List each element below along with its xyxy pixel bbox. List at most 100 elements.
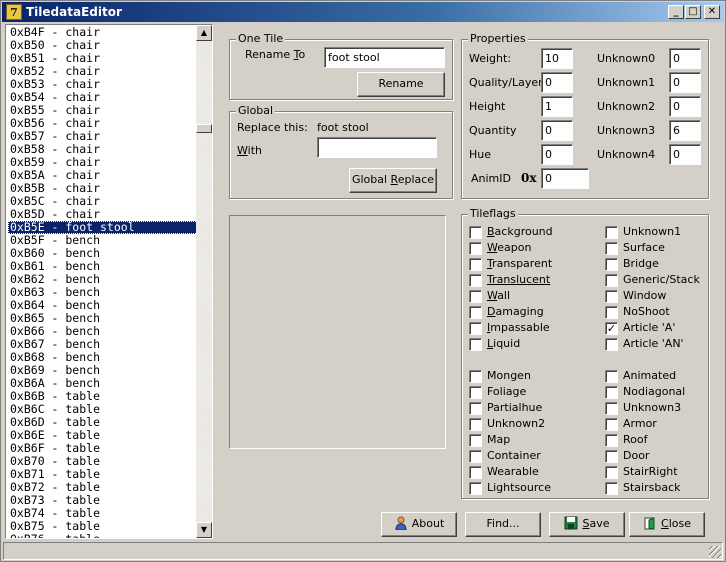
flag-label[interactable]: Weapon: [487, 241, 531, 254]
flag-checkbox[interactable]: [469, 306, 482, 319]
tile-list-scrollbar[interactable]: ▲ ▼: [196, 25, 212, 538]
property-input[interactable]: 10: [541, 48, 573, 69]
flag-checkbox[interactable]: [605, 402, 618, 415]
global-replace-button[interactable]: Global Replace: [349, 168, 437, 193]
flag-checkbox[interactable]: [469, 450, 482, 463]
flag-label[interactable]: Unknown2: [487, 417, 545, 430]
flag-checkbox[interactable]: [469, 402, 482, 415]
flag-checkbox[interactable]: [605, 450, 618, 463]
flag-checkbox[interactable]: [605, 482, 618, 495]
flag-label[interactable]: NoShoot: [623, 305, 670, 318]
scroll-down-icon[interactable]: ▼: [196, 522, 212, 538]
flag-checkbox[interactable]: [469, 274, 482, 287]
maximize-button[interactable]: □: [685, 5, 701, 19]
rename-input[interactable]: foot stool: [324, 47, 445, 68]
save-button[interactable]: Save: [549, 512, 625, 537]
flag-checkbox[interactable]: [469, 322, 482, 335]
flag-label[interactable]: Article 'A': [623, 321, 675, 334]
title-bar[interactable]: 7 TiledataEditor _ □ ✕: [2, 2, 724, 22]
flag-label[interactable]: Translucent: [487, 273, 550, 286]
flag-label[interactable]: Map: [487, 433, 510, 446]
flag-checkbox[interactable]: [469, 482, 482, 495]
animid-input[interactable]: 0: [541, 168, 589, 189]
flag-checkbox[interactable]: [605, 242, 618, 255]
rename-to-label: Rename To: [245, 48, 306, 61]
flag-checkbox[interactable]: [605, 306, 618, 319]
property-input[interactable]: 1: [541, 96, 573, 117]
tile-list[interactable]: 0xB4F - chair 0xB50 - chair 0xB51 - chair 0…: [5, 24, 213, 539]
flag-checkbox[interactable]: [605, 466, 618, 479]
property-input[interactable]: 0: [669, 72, 701, 93]
flag-label[interactable]: Background: [487, 225, 553, 238]
with-input[interactable]: [317, 137, 437, 158]
tile-list-item[interactable]: 0xB76 - table: [8, 533, 198, 539]
flag-checkbox[interactable]: [605, 434, 618, 447]
scroll-thumb[interactable]: [196, 124, 212, 133]
flag-checkbox[interactable]: [605, 370, 618, 383]
flag-label[interactable]: Wall: [487, 289, 510, 302]
property-input[interactable]: 0: [669, 48, 701, 69]
flag-checkbox[interactable]: [605, 386, 618, 399]
resize-grip-icon[interactable]: [709, 546, 721, 558]
flag-label[interactable]: Generic/Stack: [623, 273, 700, 286]
flag-label[interactable]: Mongen: [487, 369, 531, 382]
flag-label[interactable]: Lightsource: [487, 481, 551, 494]
flag-checkbox[interactable]: [605, 338, 618, 351]
flag-label[interactable]: Bridge: [623, 257, 659, 270]
flag-label[interactable]: Foliage: [487, 385, 526, 398]
flag-checkbox[interactable]: [469, 386, 482, 399]
flag-checkbox[interactable]: [605, 418, 618, 431]
flag-label[interactable]: Wearable: [487, 465, 539, 478]
flag-checkbox[interactable]: [469, 226, 482, 239]
flag-label[interactable]: Door: [623, 449, 649, 462]
properties-legend: Properties: [468, 32, 528, 45]
replace-this-value: foot stool: [317, 121, 369, 134]
flag-label[interactable]: Article 'AN': [623, 337, 684, 350]
flag-label[interactable]: Animated: [623, 369, 676, 382]
flag-checkbox[interactable]: [605, 290, 618, 303]
flag-checkbox[interactable]: [469, 370, 482, 383]
flag-label[interactable]: Impassable: [487, 321, 550, 334]
flag-label[interactable]: Container: [487, 449, 541, 462]
flag-label[interactable]: Window: [623, 289, 666, 302]
scroll-up-icon[interactable]: ▲: [196, 25, 212, 41]
flag-label[interactable]: Liquid: [487, 337, 520, 350]
property-input[interactable]: 0: [669, 144, 701, 165]
about-button[interactable]: About: [381, 512, 457, 537]
close-button[interactable]: Close: [629, 512, 705, 537]
minimize-button[interactable]: _: [668, 5, 684, 19]
property-input[interactable]: 6: [669, 120, 701, 141]
rename-button[interactable]: Rename: [357, 72, 445, 97]
flag-checkbox[interactable]: [605, 226, 618, 239]
tile-list-items: 0xB4F - chair 0xB50 - chair 0xB51 - chair 0…: [8, 26, 198, 539]
flag-checkbox[interactable]: [469, 258, 482, 271]
flag-label[interactable]: Damaging: [487, 305, 544, 318]
replace-this-label: Replace this:: [237, 121, 308, 134]
property-label: Weight:: [469, 52, 512, 65]
flag-checkbox[interactable]: [469, 338, 482, 351]
property-input[interactable]: 0: [541, 72, 573, 93]
flag-label[interactable]: StairRight: [623, 465, 678, 478]
flag-label[interactable]: Stairsback: [623, 481, 681, 494]
flag-label[interactable]: Partialhue: [487, 401, 542, 414]
flag-checkbox[interactable]: [469, 466, 482, 479]
property-input[interactable]: 0: [541, 120, 573, 141]
flag-checkbox[interactable]: [469, 290, 482, 303]
flag-label[interactable]: Nodiagonal: [623, 385, 685, 398]
property-input[interactable]: 0: [669, 96, 701, 117]
flag-checkbox[interactable]: ✓: [605, 322, 618, 335]
flag-label[interactable]: Transparent: [487, 257, 552, 270]
find-button[interactable]: Find...: [465, 512, 541, 537]
flag-label[interactable]: Surface: [623, 241, 665, 254]
flag-checkbox[interactable]: [469, 242, 482, 255]
property-input[interactable]: 0: [541, 144, 573, 165]
flag-checkbox[interactable]: [605, 274, 618, 287]
flag-label[interactable]: Roof: [623, 433, 647, 446]
flag-checkbox[interactable]: [469, 418, 482, 431]
flag-label[interactable]: Armor: [623, 417, 657, 430]
flag-checkbox[interactable]: [605, 258, 618, 271]
close-window-button[interactable]: ✕: [704, 5, 720, 19]
flag-checkbox[interactable]: [469, 434, 482, 447]
flag-label[interactable]: Unknown1: [623, 225, 681, 238]
flag-label[interactable]: Unknown3: [623, 401, 681, 414]
